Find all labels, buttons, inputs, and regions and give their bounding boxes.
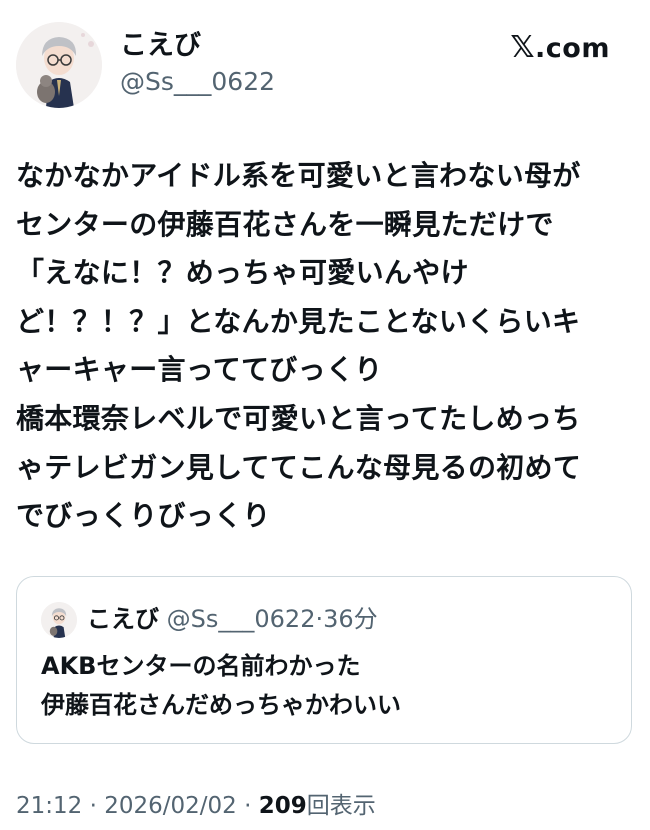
tweet-line: でびっくりびっくり	[16, 499, 271, 533]
quoted-avatar	[41, 602, 77, 638]
tweet-line: センターの伊藤百花さんを一瞬見ただけで	[16, 207, 554, 241]
author-display-name[interactable]: こえび	[120, 30, 275, 62]
tweet-text: なかなかアイドル系を可愛いと言わない母が センターの伊藤百花さんを一瞬見ただけで…	[16, 152, 632, 541]
quoted-avatar-illustration-icon	[41, 602, 77, 638]
post-time[interactable]: 21:12	[16, 793, 82, 819]
quoted-header: こえび @Ss___0622·36分	[87, 603, 378, 635]
avatar[interactable]	[16, 22, 102, 108]
view-label: 回表示	[306, 793, 376, 819]
x-logo-icon: 𝕏	[510, 30, 536, 65]
author-info: こえび @Ss___0622	[120, 30, 275, 98]
quoted-line: AKBセンターの名前わかった	[41, 652, 361, 680]
tweet-line: 橋本環奈レベルで可愛いと言ってたしめっち	[16, 401, 581, 435]
footer-separator: ·	[82, 793, 105, 819]
tweet-footer: 21:12 · 2026/02/02 · 209回表示	[16, 790, 376, 822]
footer-separator: ·	[236, 793, 259, 819]
avatar-illustration-icon	[16, 22, 102, 108]
author-handle[interactable]: @Ss___0622	[120, 66, 275, 98]
tweet-line: ゃテレビガン見しててこんな母見るの初めて	[16, 450, 582, 484]
tweet-line: なかなかアイドル系を可愛いと言わない母が	[16, 159, 581, 192]
quoted-line: 伊藤百花さんだめっちゃかわいい	[41, 691, 401, 719]
quoted-handle: @Ss___0622	[166, 605, 316, 633]
tweet-line: ャーキャー言っててびっくり	[16, 353, 383, 387]
quoted-separator: ·	[315, 605, 324, 633]
quoted-time: 36分	[323, 605, 378, 633]
quoted-display-name: こえび	[87, 605, 159, 633]
site-domain: .com	[535, 33, 610, 64]
post-date[interactable]: 2026/02/02	[104, 793, 237, 819]
tweet-line: 「えなに！？めっちゃ可愛いんやけ	[16, 256, 469, 290]
tweet-header: こえび @Ss___0622 𝕏.com	[16, 22, 634, 112]
quoted-tweet-card[interactable]: こえび @Ss___0622·36分 AKBセンターの名前わかった 伊藤百花さん…	[16, 576, 632, 744]
site-label: 𝕏.com	[510, 32, 610, 65]
view-count: 209	[258, 793, 307, 819]
tweet-line: ど！？！？」となんか見たことないくらいキ	[16, 304, 581, 338]
quoted-text: AKBセンターの名前わかった 伊藤百花さんだめっちゃかわいい	[41, 647, 401, 725]
